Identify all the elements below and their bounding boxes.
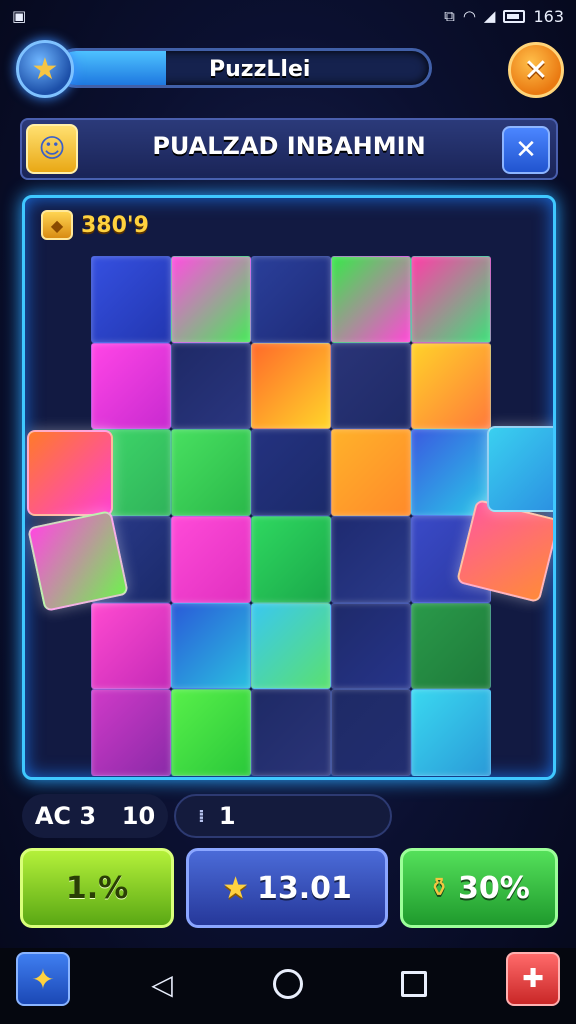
score-value: 380'9 [81,212,149,238]
puzzle-tile[interactable] [331,602,411,690]
puzzle-tile[interactable] [171,256,251,343]
moves-value: 10 [121,802,156,830]
loose-puzzle-piece[interactable] [27,430,113,516]
puzzle-tile[interactable] [171,602,251,690]
puzzle-tile[interactable] [331,515,411,603]
puzzle-tile[interactable] [91,256,171,343]
hints-value: 1 [218,802,236,830]
loose-puzzle-piece[interactable] [26,509,130,613]
puzzle-tile[interactable] [251,342,331,430]
boost-button[interactable]: ⚱ 30% [400,848,558,928]
percent-button[interactable]: 1.% [20,848,174,928]
puzzle-tile[interactable] [331,429,411,516]
home-icon [273,969,303,999]
puzzle-title: PUALZAD INBAHMIN [152,132,426,160]
puzzle-tile[interactable] [411,342,491,430]
gem-icon: ◆ [41,210,73,240]
profile-star-button[interactable]: ★ [16,40,74,98]
puzzle-grid[interactable] [91,256,491,776]
level-progress-bar: PuzzLlei [56,48,432,88]
back-icon: ◁ [151,967,173,1001]
close-button[interactable]: ✕ [508,42,564,98]
title-bar: ☺ PUALZAD INBAHMIN ✕ [20,118,558,180]
potion-icon: ⚱ [428,873,450,903]
puzzle-tile[interactable] [171,689,251,776]
action-buttons: 1.% ★ 13.01 ⚱ 30% [20,848,558,930]
counter-row: AC 3 10 ⁞ 1 [22,794,556,838]
puzzle-tile[interactable] [171,515,251,603]
puzzle-tile[interactable] [331,689,411,776]
boost-label: 30% [457,870,530,906]
notification-icon: ▣ [12,7,27,25]
medkit-icon: ✚ [522,964,544,994]
status-bar: ▣ ⧉ ◠ ◢ 163 [0,0,576,32]
progress-fill [59,51,167,85]
back-button[interactable]: ◁ [140,962,184,1006]
recent-apps-button[interactable] [392,962,436,1006]
recent-apps-icon [401,971,427,997]
status-right: ⧉ ◠ ◢ 163 [444,7,564,26]
puzzle-tile[interactable] [91,689,171,776]
home-button[interactable] [266,962,310,1006]
wifi-icon: ◠ [462,7,476,25]
puzzle-tile[interactable] [411,602,491,690]
puzzle-icon: ✦ [31,962,55,996]
puzzle-tile[interactable] [171,429,251,516]
nav-bar: ✦ ◁ ✚ [0,948,576,1024]
score-chip: ◆ 380'9 [41,210,149,240]
coins-label: 13.01 [257,870,352,906]
puzzle-board[interactable]: ◆ 380'9 [22,195,556,780]
puzzle-tile[interactable] [331,342,411,430]
puzzle-menu-button[interactable]: ✦ [16,952,70,1006]
star-icon: ★ [31,51,59,87]
puzzle-tile[interactable] [251,602,331,690]
puzzle-tile[interactable] [91,602,171,690]
puzzle-tile[interactable] [91,342,171,430]
medkit-button[interactable]: ✚ [506,952,560,1006]
title-close-button[interactable]: ✕ [502,126,550,174]
coins-button[interactable]: ★ 13.01 [186,848,388,928]
puzzle-tile[interactable] [251,256,331,343]
loose-puzzle-piece[interactable] [487,426,553,512]
hints-marker: ⁞ [198,805,205,827]
status-time: 163 [533,6,564,26]
moves-counter: AC 3 10 [22,794,168,838]
puzzle-tile[interactable] [411,689,491,776]
top-bar: PuzzLlei ★ ✕ [16,40,564,100]
percent-label: 1.% [65,870,129,906]
close-icon: ✕ [515,135,537,165]
hints-counter: ⁞ 1 [174,794,392,838]
puzzle-tile[interactable] [251,429,331,516]
signal-icon: ◢ [483,7,496,25]
star-icon: ★ [222,870,249,906]
puzzle-tile[interactable] [251,689,331,776]
puzzle-tile[interactable] [251,515,331,603]
puzzle-tile[interactable] [331,256,411,343]
progress-label: PuzzLlei [209,57,311,82]
vibrate-icon: ⧉ [444,7,455,25]
close-icon: ✕ [523,52,549,88]
puzzle-tile[interactable] [171,342,251,430]
battery-icon [503,9,526,23]
puzzle-tile[interactable] [411,256,491,343]
moves-label: AC 3 [34,802,97,830]
